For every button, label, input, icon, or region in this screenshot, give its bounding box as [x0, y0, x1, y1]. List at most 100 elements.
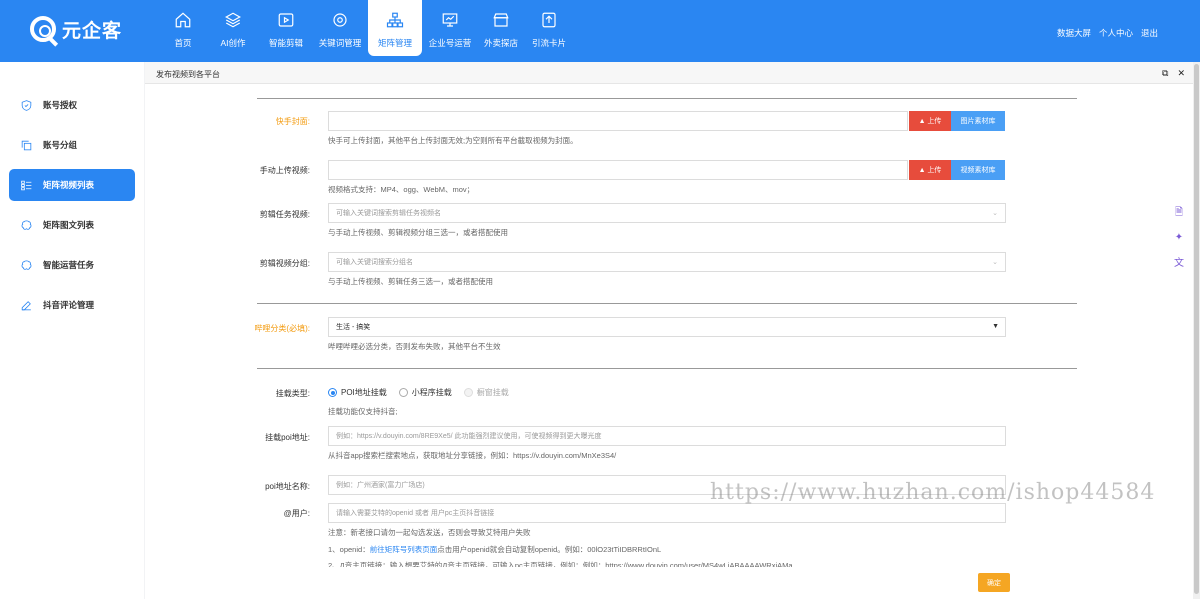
brand-logo[interactable]: 元企客: [30, 14, 123, 47]
logout-link[interactable]: 退出: [1141, 27, 1158, 39]
page-scrollbar[interactable]: [1193, 62, 1200, 599]
video-icon: [278, 13, 294, 27]
floating-toolbar: 🗎 ✦ 文: [1170, 206, 1188, 269]
nav-label: 矩阵管理: [377, 38, 412, 48]
top-navbar: 元企客 首页 AI创作 智能剪辑 关键词管理 矩阵管理 企业号运营 外卖探店 引…: [0, 0, 1200, 62]
nav-label: AI创作: [220, 38, 246, 48]
sidebar-item-label: 抖音评论管理: [43, 300, 95, 310]
radio-miniprogram-mount[interactable]: 小程序挂载: [398, 387, 452, 398]
sidebar-item-label: 账号分组: [43, 140, 78, 150]
main-nav: 首页 AI创作 智能剪辑 关键词管理 矩阵管理 企业号运营 外卖探店 引流卡片: [160, 0, 574, 62]
sparkle-icon[interactable]: ✦: [1172, 230, 1186, 244]
edit-task-video-hint: 与手动上传视频、剪辑视频分组三选一，或者搭配使用: [328, 228, 508, 237]
layers-icon: [225, 12, 241, 28]
sidebar-item-matrix-video[interactable]: 矩阵视频列表: [9, 169, 135, 201]
logo-icon: [30, 16, 59, 47]
openid-tip-suffix: 点击用户openid就会自动复制openid。例如：00lO23tTiIDBRR…: [437, 545, 662, 554]
brain-icon: [20, 219, 33, 232]
brain-icon: [20, 259, 33, 272]
chevron-down-icon: ⌄: [992, 259, 998, 266]
nav-item-delivery[interactable]: 外卖探店: [478, 0, 524, 56]
radio-showcase-mount[interactable]: 橱窗挂载: [463, 387, 509, 398]
translate-icon[interactable]: 文: [1172, 254, 1186, 269]
copy-icon: [20, 139, 33, 152]
upload-icon: ▲: [918, 166, 928, 174]
upload-button-label: 上传: [927, 118, 942, 125]
section-divider: [257, 368, 1077, 369]
list-icon: [20, 179, 33, 192]
nav-item-smart-edit[interactable]: 智能剪辑: [260, 0, 312, 56]
top-right-links: 数据大屏 个人中心 退出: [1057, 27, 1158, 39]
logo-text: 元企客: [62, 20, 123, 42]
openid-tip-prefix: 1、openid：: [328, 545, 370, 554]
restore-icon[interactable]: ⧉: [1162, 68, 1168, 79]
kuaishou-cover-hint: 快手可上传封面，其他平台上传封面无效;为空则所有平台截取视频为封面。: [328, 136, 578, 145]
edit-task-video-select[interactable]: 可输入关键词搜索剪辑任务视频名 ⌄: [328, 203, 1006, 223]
nav-item-ai-create[interactable]: AI创作: [206, 0, 260, 56]
sidebar-item-label: 矩阵图文列表: [43, 220, 95, 230]
nav-label: 外卖探店: [483, 38, 518, 48]
edit-video-group-placeholder: 可输入关键词搜索分组名: [336, 259, 413, 266]
nav-label: 智能剪辑: [268, 38, 303, 48]
nav-item-matrix[interactable]: 矩阵管理: [368, 0, 422, 56]
at-user-input[interactable]: 请输入需要艾特的openid 或者 用户pc主页抖音链接: [328, 503, 1006, 523]
sidebar-item-douyin-comments[interactable]: 抖音评论管理: [9, 289, 135, 321]
confirm-button[interactable]: 确定: [978, 573, 1010, 592]
upload-button-label: 上传: [927, 167, 942, 174]
main-panel: 发布视频到各平台 ⧉ ✕ 快手封面: ▲ 上传 图片素材库 快手可上传封面，其他…: [145, 62, 1193, 599]
note-icon[interactable]: 🗎: [1172, 206, 1186, 220]
kuaishou-cover-label: 快手封面:: [275, 117, 310, 126]
nav-item-lead-card[interactable]: 引流卡片: [524, 0, 574, 56]
sidebar-item-account-group[interactable]: 账号分组: [9, 129, 135, 161]
nav-label: 关键词管理: [318, 38, 362, 48]
image-library-button[interactable]: 图片素材库: [951, 111, 1005, 131]
scrollbar-thumb[interactable]: [1194, 64, 1199, 594]
edit-video-group-select[interactable]: 可输入关键词搜索分组名 ⌄: [328, 252, 1006, 272]
nav-label: 首页: [174, 38, 192, 48]
sidebar-item-smart-ops[interactable]: 智能运营任务: [9, 249, 135, 281]
home-icon: [175, 12, 191, 28]
panel-header: 发布视频到各平台 ⧉ ✕: [145, 62, 1193, 84]
page-title: 发布视频到各平台: [156, 70, 220, 79]
nav-item-enterprise[interactable]: 企业号运营: [422, 0, 478, 56]
profile-link[interactable]: 个人中心: [1099, 27, 1133, 39]
sidebar-item-matrix-image[interactable]: 矩阵图文列表: [9, 209, 135, 241]
nav-item-keywords[interactable]: 关键词管理: [312, 0, 368, 56]
upload-card-icon: [542, 12, 556, 28]
radio-dot: [328, 388, 337, 397]
edit-video-group-label: 剪辑视频分组:: [259, 259, 310, 268]
bilibili-category-label: 哔哩分类(必填):: [254, 324, 310, 333]
data-dashboard-link[interactable]: 数据大屏: [1057, 27, 1091, 39]
nav-label: 企业号运营: [428, 38, 472, 48]
kuaishou-cover-input[interactable]: [328, 111, 908, 131]
sidebar-item-account-auth[interactable]: 账号授权: [9, 89, 135, 121]
sidebar: 账号授权 账号分组 矩阵视频列表 矩阵图文列表 智能运营任务 抖音评论管理: [0, 62, 144, 599]
manual-video-upload-button[interactable]: ▲ 上传: [909, 160, 951, 180]
nav-item-home[interactable]: 首页: [160, 0, 206, 56]
close-icon[interactable]: ✕: [1177, 68, 1185, 79]
radio-poi-mount[interactable]: POI地址挂载: [328, 387, 387, 398]
shield-icon: [20, 99, 33, 112]
at-user-openid-tip: 1、openid：前往矩阵号列表页面点击用户openid就会自动复制openid…: [328, 544, 661, 555]
at-user-note: 注意：新老接口请勿一起勾选发送，否则会导致艾特用户失败: [328, 528, 531, 537]
sidebar-item-label: 矩阵视频列表: [43, 180, 95, 190]
mount-type-label: 挂载类型:: [275, 389, 310, 398]
kuaishou-cover-upload-button[interactable]: ▲ 上传: [909, 111, 951, 131]
manual-video-input[interactable]: [328, 160, 908, 180]
video-library-button[interactable]: 视频素材库: [951, 160, 1005, 180]
radio-dot: [398, 388, 408, 397]
sidebar-item-label: 账号授权: [43, 100, 78, 110]
poi-address-input[interactable]: 例如：https://v.douyin.com/8RE9Xe5/ 此功能强烈建议…: [328, 426, 1006, 446]
radio-label: 橱窗挂载: [476, 388, 509, 397]
poi-name-label: poi地址名称:: [265, 482, 310, 491]
bilibili-category-hint: 哔哩哔哩必选分类，否则发布失败，其他平台不生效: [328, 342, 501, 351]
matrix-list-link[interactable]: 前往矩阵号列表页面: [370, 545, 438, 554]
mount-type-hint: 挂载功能仅支持抖音;: [328, 407, 398, 416]
edit-icon: [20, 299, 33, 312]
bilibili-category-select[interactable]: 生活 - 搞笑 ▼: [328, 317, 1006, 337]
caret-down-icon: ▼: [992, 323, 999, 330]
radio-label: 小程序挂载: [411, 388, 452, 397]
poi-address-label: 挂载poi地址:: [265, 433, 310, 442]
edit-video-group-hint: 与手动上传视频、剪辑任务三选一，或者搭配使用: [328, 277, 493, 286]
panel-header-icons: ⧉ ✕: [1162, 68, 1185, 79]
